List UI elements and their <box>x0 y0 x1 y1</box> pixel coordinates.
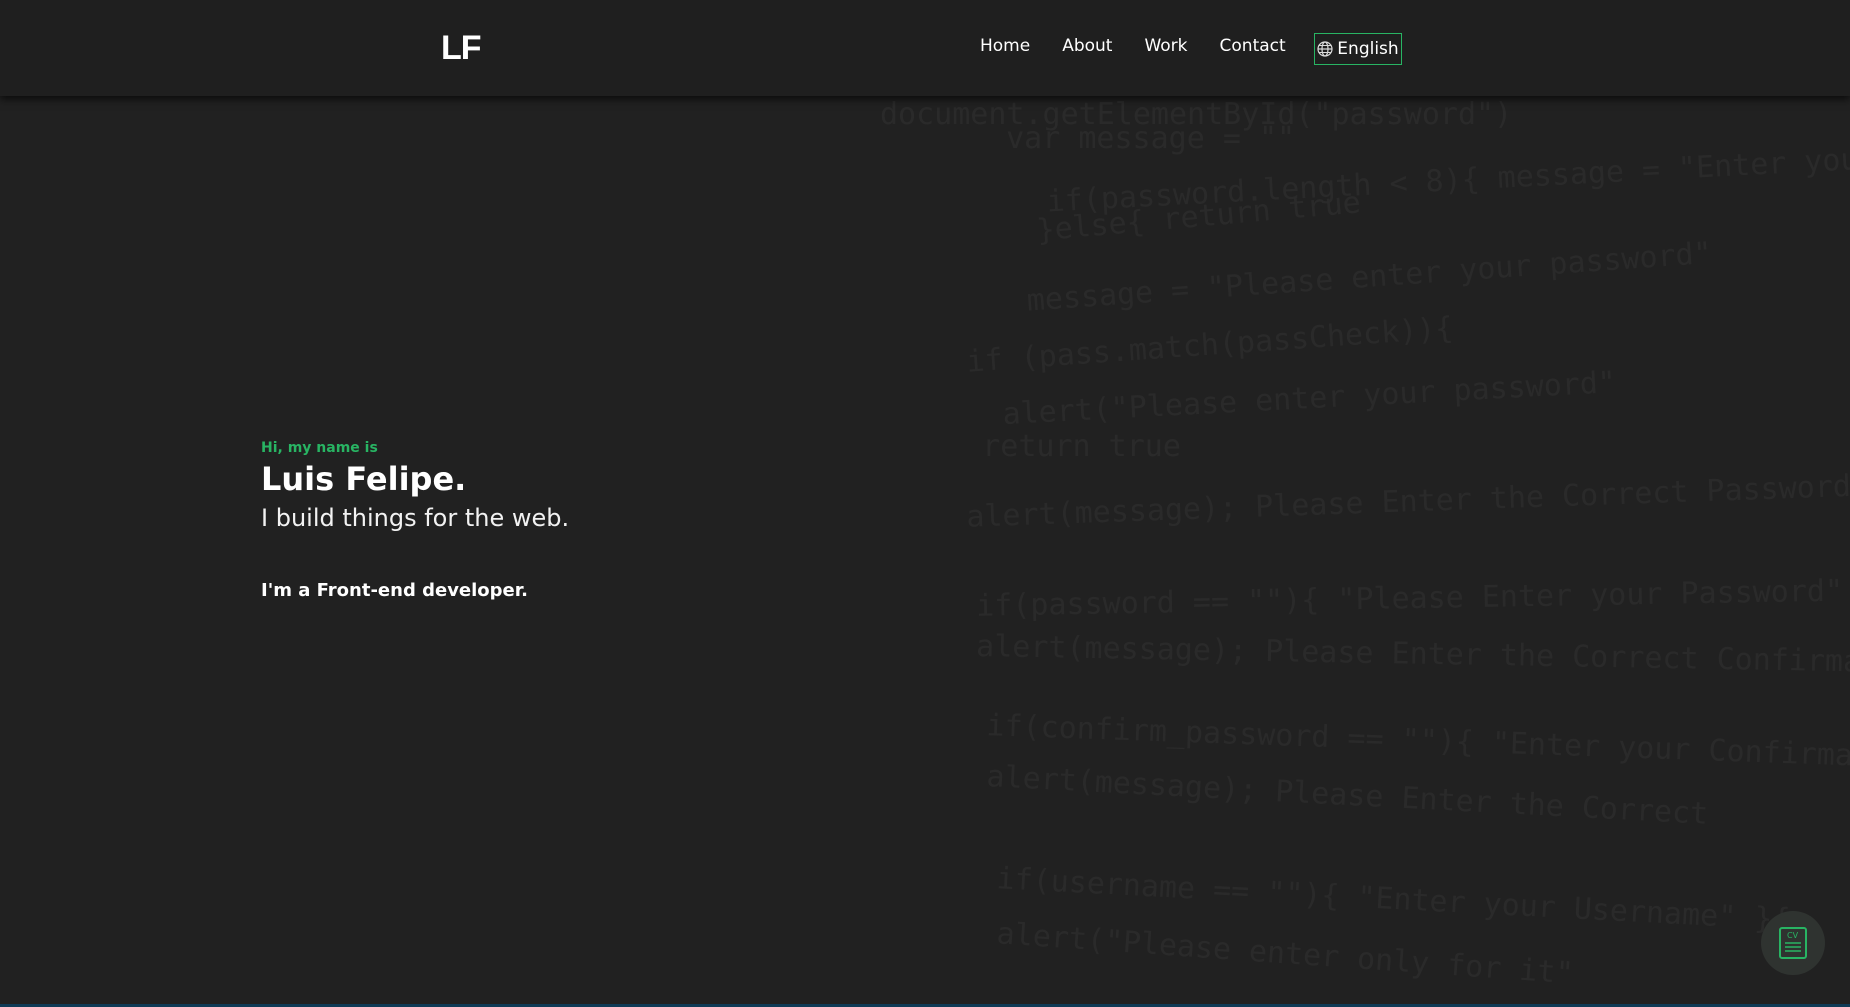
logo[interactable]: LF <box>441 29 482 68</box>
language-button[interactable]: English <box>1314 33 1402 65</box>
nav-link-work[interactable]: Work <box>1144 36 1187 56</box>
code-line: if(username == ""){ "Enter your Username… <box>959 859 1792 938</box>
cv-document-icon: CV <box>1779 927 1807 959</box>
background-code: document.getElementById("password") var … <box>870 96 1850 1004</box>
hero-role: I'm a Front-end developer. <box>261 580 528 601</box>
nav-link-home[interactable]: Home <box>980 36 1030 56</box>
code-line: alert(message); Please Enter the Correct <box>949 757 1710 832</box>
cv-label: CV <box>1787 931 1799 940</box>
hero-tagline: I build things for the web. <box>261 504 570 532</box>
code-line: message = "Please enter your password" <box>989 235 1713 322</box>
globe-icon <box>1317 41 1333 57</box>
nav-link-contact[interactable]: Contact <box>1220 36 1286 56</box>
code-line: if(confirm_password == ""){ "Enter your … <box>985 708 1850 776</box>
code-line: return true <box>910 429 1181 464</box>
cv-download-button[interactable]: CV <box>1761 911 1825 975</box>
code-line: alert("Please enter only for it" <box>959 913 1575 992</box>
hero-section: Hi, my name is Luis Felipe. I build thin… <box>261 440 569 601</box>
nav-link-about[interactable]: About <box>1062 36 1112 56</box>
nav-links: Home About Work Contact <box>980 36 1318 56</box>
code-line: if (pass.match(passCheck)){ <box>929 310 1455 383</box>
code-line: if(password.length < 8){ message = "Ente… <box>1045 141 1850 220</box>
code-line: alert(message); Please Enter the Correct… <box>939 628 1850 681</box>
code-line: alert("Please enter your password" <box>929 365 1617 436</box>
greeting: Hi, my name is <box>261 440 378 456</box>
code-line: }else{ return true <box>999 185 1363 252</box>
language-label: English <box>1337 39 1399 59</box>
code-line: document.getElementById("password") <box>880 97 1513 132</box>
hero-name: Luis Felipe. <box>261 460 467 498</box>
code-line: if(password == ""){ "Please Enter your P… <box>939 572 1850 625</box>
code-line: alert(message); Please Enter the Correct… <box>929 468 1850 537</box>
navbar: LF Home About Work Contact English <box>0 0 1850 96</box>
code-line: var message = "" <box>970 121 1296 156</box>
